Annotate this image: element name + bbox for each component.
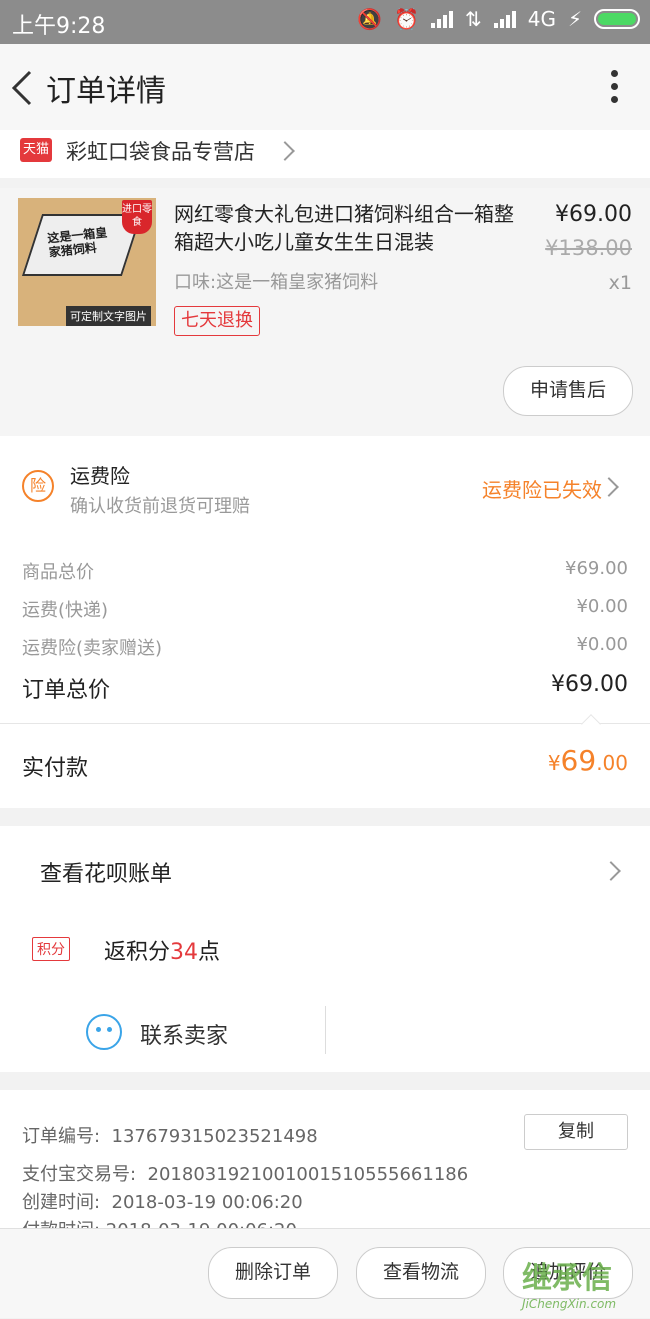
created-row: 创建时间: 2018-03-19 00:06:20 [22, 1188, 303, 1214]
alipay-row: 支付宝交易号: 2018031921001001510555661186 [22, 1160, 468, 1186]
points-prefix: 返积分 [104, 940, 171, 965]
paid-integer: 69 [560, 744, 597, 777]
view-logistics-button[interactable]: 查看物流 [356, 1247, 486, 1299]
price-label: 运费(快递) [22, 600, 109, 621]
delete-order-button[interactable]: 删除订单 [208, 1247, 338, 1299]
more-vertical-icon[interactable] [608, 70, 620, 106]
contact-seller-button[interactable]: 联系卖家 [86, 1014, 316, 1054]
paid-label: 实付款 [22, 756, 89, 781]
network-type: 4G [527, 7, 556, 31]
store-name: 彩虹口袋食品专营店 [66, 140, 255, 164]
status-icons: 🔕 ⏰ ⇅ 4G ⚡ [357, 7, 640, 31]
signal-icon [493, 10, 516, 28]
mute-icon: 🔕 [357, 7, 383, 31]
chevron-right-icon [275, 141, 295, 161]
chevron-right-icon [599, 477, 619, 497]
points-badge: 积分 [32, 937, 70, 961]
insurance-subtitle: 确认收货前退货可理赔 [70, 496, 250, 517]
insurance-icon: 险 [22, 470, 54, 502]
status-time: 上午9:28 [12, 14, 106, 39]
product-image[interactable]: 这是一箱皇家猪饲料 进口零食 可定制文字图片 [18, 198, 156, 326]
points-text: 返积分34点 [104, 934, 220, 966]
order-info: 订单编号: 137679315023521498 复制 支付宝交易号: 2018… [0, 1090, 650, 1228]
price-section: 险 运费险 确认收货前退货可理赔 运费险已失效 商品总价 ¥69.00 运费(快… [0, 436, 650, 808]
product-price: ¥69.00 [555, 202, 632, 227]
order-number: 137679315023521498 [111, 1126, 318, 1147]
paid-time-row: 付款时间: 2018-03-19 00:06:20 [22, 1216, 297, 1228]
price-value: ¥69.00 [565, 558, 628, 579]
original-price: ¥138.00 [545, 236, 632, 260]
product-title[interactable]: 网红零食大礼包进口猪饲料组合一箱整箱超大小吃儿童女生生日混装 [174, 200, 526, 256]
image-caption: 可定制文字图片 [66, 306, 151, 326]
page-title: 订单详情 [46, 74, 166, 109]
data-icon: ⇅ [464, 7, 482, 31]
points-count: 34 [170, 940, 199, 965]
price-row: 运费(快递) ¥0.00 [22, 596, 628, 621]
paid-decimal: .00 [596, 751, 628, 775]
vertical-divider [325, 1006, 326, 1054]
product-variant: 口味:这是一箱皇家猪饲料 [174, 272, 379, 293]
price-value: ¥0.00 [576, 634, 628, 655]
price-label: 商品总价 [22, 562, 94, 583]
product-card: 这是一箱皇家猪饲料 进口零食 可定制文字图片 网红零食大礼包进口猪饲料组合一箱整… [0, 188, 650, 436]
charging-icon: ⚡ [567, 7, 582, 31]
import-badge: 进口零食 [122, 200, 152, 234]
order-total-label: 订单总价 [22, 678, 111, 703]
alarm-icon: ⏰ [394, 7, 419, 31]
copy-button[interactable]: 复制 [524, 1114, 628, 1150]
paid-currency: ¥ [547, 751, 561, 775]
return-policy-tag: 七天退换 [174, 306, 260, 336]
order-number-row: 订单编号: 137679315023521498 [22, 1122, 318, 1148]
paid-amount: ¥69.00 [548, 744, 628, 777]
price-row: 运费险(卖家赠送) ¥0.00 [22, 634, 628, 659]
tmall-badge: 天猫 [20, 138, 52, 162]
chat-face-icon [86, 1014, 122, 1050]
signal-icon [430, 10, 453, 28]
insurance-title: 运费险 [70, 464, 130, 488]
divider-notch [581, 714, 601, 734]
product-quantity: x1 [608, 272, 632, 294]
price-value: ¥0.00 [576, 596, 628, 617]
battery-icon [594, 9, 640, 29]
divider [0, 723, 650, 724]
alipay-number: 2018031921001001510555661186 [147, 1164, 469, 1185]
actions-section: 查看花呗账单 积分 返积分34点 联系卖家 [0, 826, 650, 1072]
alipay-label: 支付宝交易号: [22, 1164, 137, 1185]
order-total-value: ¥69.00 [551, 672, 628, 697]
chevron-right-icon [601, 861, 621, 881]
watermark: 继承信 JiChengXin.com [522, 1253, 646, 1319]
price-row: 商品总价 ¥69.00 [22, 558, 628, 583]
watermark-url: JiChengXin.com [522, 1297, 617, 1311]
bottom-action-bar: 删除订单 查看物流 追加评价 继承信 JiChengXin.com [0, 1228, 650, 1318]
price-label: 运费险(卖家赠送) [22, 638, 163, 659]
store-row[interactable]: 天猫 彩虹口袋食品专营店 [0, 130, 650, 178]
chevron-left-icon[interactable] [8, 68, 38, 108]
points-suffix: 点 [198, 940, 221, 965]
nav-bar: 订单详情 [0, 44, 650, 130]
order-number-label: 订单编号: [22, 1126, 101, 1147]
order-total-row: 订单总价 ¥69.00 [22, 672, 628, 703]
watermark-main: 继承信 [522, 1261, 612, 1296]
after-sale-button[interactable]: 申请售后 [503, 366, 633, 416]
insurance-status[interactable]: 运费险已失效 [482, 474, 602, 503]
status-bar: 上午9:28 🔕 ⏰ ⇅ 4G ⚡ [0, 0, 650, 44]
contact-seller-label: 联系卖家 [140, 1024, 229, 1049]
huabei-bill-link[interactable]: 查看花呗账单 [40, 856, 172, 888]
created-time: 2018-03-19 00:06:20 [111, 1192, 303, 1213]
created-label: 创建时间: [22, 1192, 101, 1213]
